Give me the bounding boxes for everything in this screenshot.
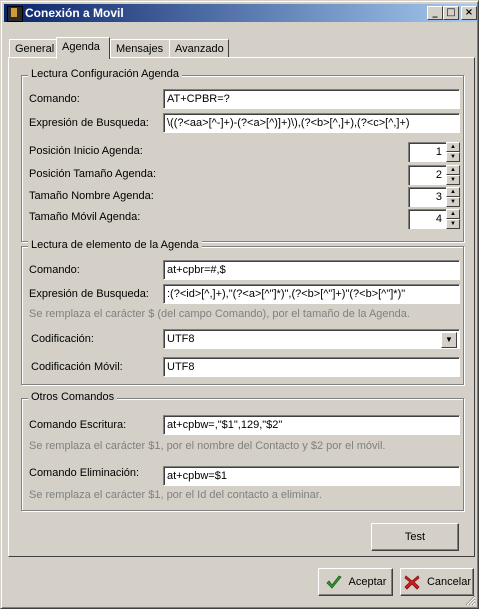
otros-group: Otros Comandos Comando Escritura: at+cpb…: [21, 391, 464, 511]
maximize-button[interactable]: □: [443, 6, 459, 20]
nombre-spinner[interactable]: 3 ▲ ▼: [408, 187, 460, 207]
config-comando-label: Comando:: [29, 93, 80, 105]
movil-label: Tamaño Móvil Agenda:: [29, 211, 141, 223]
tamano-value[interactable]: 2: [408, 165, 446, 185]
elemento-expresion-label: Expresión de Busqueda:: [29, 288, 149, 300]
tab-mensajes[interactable]: Mensajes: [110, 39, 170, 57]
codificacion-movil-input[interactable]: UTF8: [163, 357, 460, 377]
spin-up-icon[interactable]: ▲: [446, 165, 460, 175]
tamano-label: Posición Tamaño Agenda:: [29, 168, 156, 180]
config-expresion-input[interactable]: \((?<aa>[^-]+)-(?<a>[^)]+)\),(?<b>[^,]+)…: [163, 113, 460, 133]
inicio-value[interactable]: 1: [408, 142, 446, 162]
agenda-panel: Lectura Configuración Agenda Comando: AT…: [8, 57, 475, 557]
codificacion-value: UTF8: [167, 333, 195, 345]
dialog-window: Conexión a Movil _ □ × General Agenda Me…: [0, 0, 479, 609]
codificacion-movil-label: Codificación Móvil:: [31, 361, 123, 373]
escritura-label: Comando Escritura:: [29, 419, 127, 431]
inicio-spinner[interactable]: 1 ▲ ▼: [408, 142, 460, 162]
elemento-expresion-input[interactable]: :(?<id>[^,]+),"(?<a>[^"]*)",(?<b>[^"]+)"…: [163, 284, 460, 304]
spin-up-icon[interactable]: ▲: [446, 142, 460, 152]
spin-down-icon[interactable]: ▼: [446, 152, 460, 162]
config-comando-input[interactable]: AT+CPBR=?: [163, 89, 460, 109]
nombre-value[interactable]: 3: [408, 187, 446, 207]
inicio-label: Posición Inicio Agenda:: [29, 145, 143, 157]
chevron-down-icon[interactable]: ▼: [441, 332, 457, 348]
spin-down-icon[interactable]: ▼: [446, 175, 460, 185]
config-expresion-label: Expresión de Busqueda:: [29, 117, 149, 129]
otros-legend: Otros Comandos: [28, 391, 118, 403]
movil-value[interactable]: 4: [408, 209, 446, 229]
elemento-group: Lectura de elemento de la Agenda Comando…: [21, 239, 464, 385]
title-bar[interactable]: Conexión a Movil _ □ ×: [4, 4, 477, 22]
spin-up-icon[interactable]: ▲: [446, 209, 460, 219]
check-icon: [325, 575, 342, 589]
eliminacion-input[interactable]: at+cpbw=$1: [163, 466, 460, 486]
config-legend: Lectura Configuración Agenda: [28, 68, 182, 80]
movil-spinner[interactable]: 4 ▲ ▼: [408, 209, 460, 229]
tab-agenda[interactable]: Agenda: [56, 37, 110, 59]
elemento-hint: Se remplaza el carácter $ (del campo Com…: [29, 308, 410, 320]
elemento-legend: Lectura de elemento de la Agenda: [28, 239, 202, 251]
aceptar-button[interactable]: Aceptar: [318, 568, 393, 596]
eliminacion-label: Comando Eliminación:: [29, 467, 140, 479]
elemento-comando-input[interactable]: at+cpbr=#,$: [163, 260, 460, 280]
escritura-input[interactable]: at+cpbw=,"$1",129,"$2": [163, 415, 460, 435]
window-title: Conexión a Movil: [25, 6, 124, 20]
aceptar-label: Aceptar: [348, 576, 387, 588]
cancelar-button[interactable]: Cancelar: [400, 568, 474, 596]
nombre-label: Tamaño Nombre Agenda:: [29, 190, 154, 202]
spin-down-icon[interactable]: ▼: [446, 219, 460, 229]
config-group: Lectura Configuración Agenda Comando: AT…: [21, 68, 464, 242]
escritura-hint: Se remplaza el carácter $1, por el nombr…: [29, 440, 386, 452]
cancelar-label: Cancelar: [426, 576, 472, 588]
spin-up-icon[interactable]: ▲: [446, 187, 460, 197]
tamano-spinner[interactable]: 2 ▲ ▼: [408, 165, 460, 185]
tab-avanzado[interactable]: Avanzado: [169, 39, 229, 57]
spin-down-icon[interactable]: ▼: [446, 197, 460, 207]
elemento-comando-label: Comando:: [29, 264, 80, 276]
codificacion-select[interactable]: UTF8 ▼: [163, 329, 460, 349]
close-button[interactable]: ×: [461, 6, 477, 20]
cancel-x-icon: [404, 575, 420, 590]
resize-grip-icon[interactable]: [464, 594, 476, 606]
app-icon: [7, 6, 23, 22]
minimize-button[interactable]: _: [427, 6, 443, 20]
eliminacion-hint: Se remplaza el carácter $1, por el Id de…: [29, 489, 322, 501]
test-button[interactable]: Test: [371, 523, 459, 551]
codificacion-label: Codificación:: [31, 333, 94, 345]
tab-general[interactable]: General: [9, 39, 57, 57]
